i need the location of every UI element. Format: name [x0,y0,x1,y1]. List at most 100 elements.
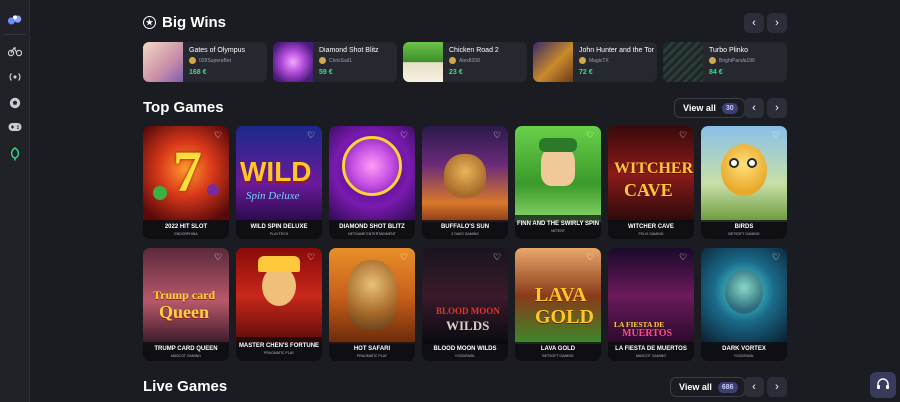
game-art [422,126,508,222]
sidebar [0,0,30,402]
big-win-card[interactable]: Gates of Olympus 028SuperaBet 168 € [143,42,267,82]
tile-footer: FINN AND THE SWIRLY SPIN NETENT [515,215,601,239]
top-games-next-button[interactable]: › [767,98,787,118]
bike-icon[interactable] [7,43,23,59]
leaf-icon[interactable] [7,146,23,162]
top-games-view-all-button[interactable]: View all 30 [674,98,745,118]
favorite-heart-icon[interactable]: ♡ [585,252,595,262]
favorite-heart-icon[interactable]: ♡ [306,130,316,140]
game-tile[interactable]: 7 ♡ 2022 HIT SLOT ENDORPHINA [143,126,229,239]
favorite-heart-icon[interactable]: ♡ [213,130,223,140]
win-username: BrightPanda196 [719,57,755,64]
win-game-name: Turbo Plinko [709,47,749,54]
favorite-heart-icon[interactable]: ♡ [492,252,502,262]
favorite-heart-icon[interactable]: ♡ [492,130,502,140]
tile-footer: WITCHER CAVE FELIX GAMING [608,220,694,239]
live-icon[interactable] [7,69,23,85]
game-tile[interactable]: WITCHER CAVE ♡ WITCHER CAVE FELIX GAMING [608,126,694,239]
favorite-heart-icon[interactable]: ♡ [306,252,316,262]
game-provider: YGGDRASIL [454,353,476,358]
big-win-card[interactable]: Diamond Shot Blitz ChrisSail1 59 € [273,42,397,82]
big-wins-prev-button[interactable]: ‹ [744,13,764,33]
game-tile[interactable]: ♡ FINN AND THE SWIRLY SPIN NETENT [515,126,601,239]
game-art: WILD Spin Deluxe [236,126,322,222]
win-game-name: Gates of Olympus [189,47,246,54]
game-tile[interactable]: ♡ HOT SAFARI PRAGMATIC PLAY [329,248,415,361]
game-provider: MASCOT GAMING [635,353,667,358]
favorite-heart-icon[interactable]: ♡ [678,252,688,262]
game-tile[interactable]: Trump card Queen ♡ TRUMP CARD QUEEN MASC… [143,248,229,361]
win-game-name: Chicken Road 2 [449,47,499,54]
live-games-header: Live Games [143,378,227,395]
favorite-heart-icon[interactable]: ♡ [213,252,223,262]
live-games-next-button[interactable]: › [767,377,787,397]
win-user: MagicTX [579,57,609,64]
game-tile[interactable]: LA FIESTA DE MUERTOS ♡ LA FIESTA DE MUER… [608,248,694,361]
big-wins-next-button[interactable]: › [767,13,787,33]
win-amount: 84 € [709,69,723,76]
soccer-ball-icon[interactable] [7,95,23,111]
game-provider: BETSOFT GAMING [728,231,760,236]
view-all-count: 30 [721,102,738,114]
game-tile[interactable]: ♡ DARK VORTEX YGGDRASIL [701,248,787,361]
top-games-header: Top Games [143,99,224,116]
live-games-prev-button[interactable]: ‹ [744,377,764,397]
win-user: 028SuperaBet [189,57,231,64]
top-games-prev-button[interactable]: ‹ [744,98,764,118]
top-games-title: Top Games [143,99,224,116]
live-games-view-all-button[interactable]: View all 686 [670,377,745,397]
game-provider: BETSOFT GAMING [542,353,574,358]
game-name: DIAMOND SHOT BLITZ [339,223,405,230]
chevron-right-icon: › [775,17,779,29]
favorite-heart-icon[interactable]: ♡ [678,130,688,140]
game-art: LA FIESTA DE MUERTOS [608,248,694,344]
game-tile[interactable]: ♡ DIAMOND SHOT BLITZ NETGAME ENTERTAINME… [329,126,415,239]
game-thumbnail [403,42,443,82]
favorite-heart-icon[interactable]: ♡ [771,130,781,140]
game-tile[interactable]: ♡ BIRDS BETSOFT GAMING [701,126,787,239]
gamepad-icon[interactable] [7,119,23,135]
favorite-heart-icon[interactable]: ♡ [399,130,409,140]
chevron-left-icon: ‹ [752,17,756,29]
win-username: Alex8208 [459,57,480,64]
avatar [449,57,456,64]
win-user: Alex8208 [449,57,480,64]
game-art: WITCHER CAVE [608,126,694,222]
logo-icon[interactable] [7,12,23,28]
game-provider: NETGAME ENTERTAINMENT [348,231,396,236]
big-wins-title: Big Wins [162,14,227,31]
favorite-heart-icon[interactable]: ♡ [585,130,595,140]
game-art: LAVA GOLD [515,248,601,344]
tile-footer: LAVA GOLD BETSOFT GAMING [515,342,601,361]
big-win-card[interactable]: John Hunter and the Tor MagicTX 72 € [533,42,657,82]
game-name: BLOOD MOON WILDS [433,345,497,352]
tile-footer: BIRDS BETSOFT GAMING [701,220,787,239]
game-name: LA FIESTA DE MUERTOS [615,345,687,352]
view-all-label: View all [679,382,712,392]
tile-footer: MASTER CHEN'S FORTUNE PRAGMATIC PLAY [236,337,322,361]
game-tile[interactable]: ♡ MASTER CHEN'S FORTUNE PRAGMATIC PLAY [236,248,322,361]
game-name: HOT SAFARI [353,345,391,352]
avatar [709,57,716,64]
game-tile[interactable]: ♡ BUFFALO'S SUN 3 OAKS GAMING [422,126,508,239]
big-win-card[interactable]: Chicken Road 2 Alex8208 23 € [403,42,527,82]
game-thumbnail [143,42,183,82]
game-name: TRUMP CARD QUEEN [154,345,218,352]
game-tile[interactable]: BLOOD MOON WILDS ♡ BLOOD MOON WILDS YGGD… [422,248,508,361]
tile-footer: BLOOD MOON WILDS YGGDRASIL [422,342,508,361]
favorite-heart-icon[interactable]: ♡ [399,252,409,262]
game-tile[interactable]: LAVA GOLD ♡ LAVA GOLD BETSOFT GAMING [515,248,601,361]
game-provider: NETENT [551,229,565,233]
game-thumbnail [533,42,573,82]
game-tile[interactable]: WILD Spin Deluxe ♡ WILD SPIN DELUXE PLAY… [236,126,322,239]
tile-footer: WILD SPIN DELUXE PLAYTECH [236,220,322,239]
game-name: DARK VORTEX [722,345,766,352]
support-chat-button[interactable] [870,372,896,398]
game-provider: 3 OAKS GAMING [451,231,479,236]
favorite-heart-icon[interactable]: ♡ [771,252,781,262]
chevron-right-icon: › [775,102,779,114]
big-win-card[interactable]: Turbo Plinko BrightPanda196 84 € [663,42,787,82]
tile-footer: LA FIESTA DE MUERTOS MASCOT GAMING [608,342,694,361]
win-user: BrightPanda196 [709,57,755,64]
tile-footer: DIAMOND SHOT BLITZ NETGAME ENTERTAINMENT [329,220,415,239]
